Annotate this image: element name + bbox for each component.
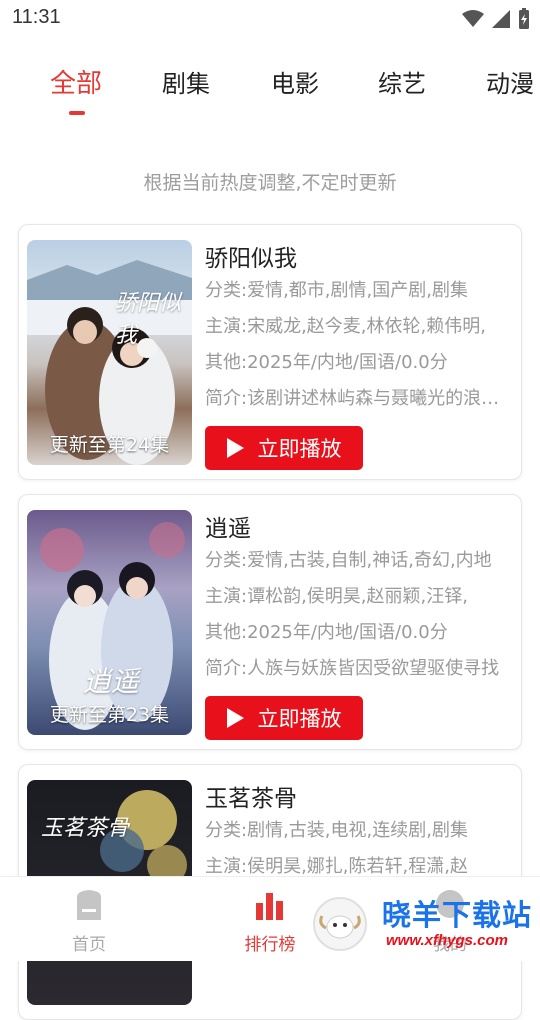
item-info: 玉茗茶骨 分类:剧情,古装,电视,连续剧,剧集 主演:侯明昊,娜扎,陈若轩,程潇… [205, 779, 511, 885]
play-icon [226, 438, 244, 458]
item-other: 其他:2025年/内地/国语/0.0分 [205, 352, 448, 373]
item-info: 逍遥 分类:爱情,古装,自制,神话,奇幻,内地 主演:谭松韵,侯明昊,赵丽颖,汪… [205, 509, 511, 687]
ranking-icon [256, 893, 283, 920]
signal-icon [492, 10, 510, 28]
play-now-button[interactable]: 立即播放 [205, 426, 363, 470]
item-title[interactable]: 逍遥 [205, 509, 511, 543]
list-item[interactable]: 逍遥 更新至第23集 逍遥 分类:爱情,古装,自制,神话,奇幻,内地 主演:谭松… [18, 494, 522, 750]
item-summary: 简介:该剧讲述林屿森与聂曦光的浪漫爱情故事 [205, 388, 511, 409]
item-title[interactable]: 玉茗茶骨 [205, 779, 511, 813]
play-label: 立即播放 [257, 707, 342, 731]
tab-anime[interactable]: 动漫 [486, 64, 534, 99]
tab-variety[interactable]: 综艺 [378, 64, 426, 99]
nav-home[interactable]: 首页 [44, 889, 134, 955]
list-item[interactable]: 骄阳似我 更新至第24集 骄阳似我 分类:爱情,都市,剧情,国产剧,剧集 主演:… [18, 224, 522, 480]
watermark-url: www.xfhygs.com [386, 932, 508, 949]
active-tab-indicator [69, 111, 85, 115]
status-bar: 11:31 [0, 0, 540, 40]
item-cast: 主演:谭松韵,侯明昊,赵丽颖,汪铎, [205, 586, 468, 607]
item-title[interactable]: 骄阳似我 [205, 239, 511, 273]
battery-icon [519, 8, 529, 29]
watermark-text: 晓羊下载站 [382, 898, 533, 932]
poster-title: 玉茗茶骨 [41, 816, 130, 841]
item-summary: 简介:人族与妖族皆因受欲望驱使寻找 [205, 658, 500, 679]
nav-ranking-label: 排行榜 [244, 935, 296, 955]
home-icon [77, 890, 101, 920]
nav-ranking[interactable]: 排行榜 [225, 889, 315, 955]
item-info: 骄阳似我 分类:爱情,都市,剧情,国产剧,剧集 主演:宋威龙,赵今麦,林依轮,赖… [205, 239, 511, 417]
tab-series[interactable]: 剧集 [162, 64, 210, 99]
site-watermark: 晓羊下载站 www.xfhygs.com [310, 890, 540, 960]
item-other: 其他:2025年/内地/国语/0.0分 [205, 622, 448, 643]
status-icons [462, 8, 530, 30]
poster-title: 逍遥 [83, 665, 140, 698]
nav-home-label: 首页 [72, 935, 106, 955]
item-category: 分类:爱情,都市,剧情,国产剧,剧集 [205, 280, 468, 301]
poster-image[interactable]: 骄阳似我 更新至第24集 [27, 240, 192, 465]
play-label: 立即播放 [257, 437, 342, 461]
tab-movies[interactable]: 电影 [271, 64, 319, 99]
tab-all[interactable]: 全部 [50, 63, 102, 100]
poster-title: 骄阳似我 [115, 291, 182, 348]
status-time: 11:31 [12, 6, 61, 28]
play-icon [226, 708, 244, 728]
sheep-logo-icon [313, 897, 367, 951]
wifi-icon [462, 10, 484, 27]
poster-image[interactable]: 逍遥 更新至第23集 [27, 510, 192, 735]
item-cast: 主演:宋威龙,赵今麦,林依轮,赖伟明, [205, 316, 486, 337]
episode-badge: 更新至第24集 [49, 434, 170, 456]
episode-badge: 更新至第23集 [49, 704, 170, 726]
ranking-notice: 根据当前热度调整,不定时更新 [143, 172, 397, 194]
play-now-button[interactable]: 立即播放 [205, 696, 363, 740]
item-category: 分类:爱情,古装,自制,神话,奇幻,内地 [205, 550, 492, 571]
item-category: 分类:剧情,古装,电视,连续剧,剧集 [205, 820, 468, 841]
